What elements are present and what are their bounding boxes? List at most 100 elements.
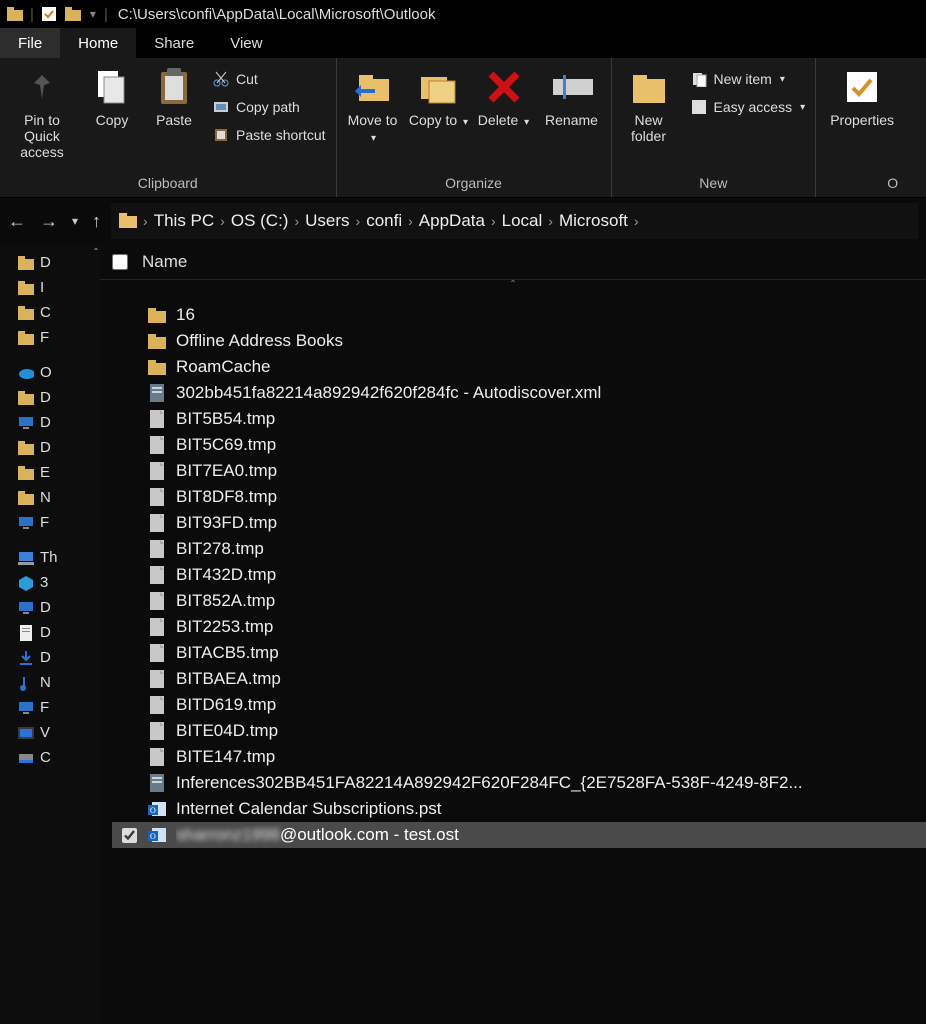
crumb-os-c[interactable]: OS (C:) [231,211,289,231]
file-row[interactable]: BIT432D.tmp [112,562,926,588]
folder-qat-icon[interactable] [64,5,82,23]
crumb-microsoft[interactable]: Microsoft [559,211,628,231]
cube-icon [18,575,34,591]
nav-forward-button[interactable]: → [40,211,58,232]
chevron-right-icon[interactable]: › [220,213,225,229]
file-row[interactable]: BITBAEA.tmp [112,666,926,692]
file-row[interactable]: BIT8DF8.tmp [112,484,926,510]
file-row[interactable]: BIT278.tmp [112,536,926,562]
file-row[interactable]: 16 [112,302,926,328]
tree-item[interactable]: V [0,720,100,745]
paste-button[interactable]: Paste [146,62,202,173]
file-row[interactable]: BIT7EA0.tmp [112,458,926,484]
file-row[interactable]: BIT5C69.tmp [112,432,926,458]
file-name: BITBAEA.tmp [176,669,281,689]
tree-item[interactable]: D [0,620,100,645]
breadcrumb[interactable]: › This PC › OS (C:) › Users › confi › Ap… [111,203,918,239]
chevron-right-icon[interactable]: › [356,213,361,229]
copy-path-button[interactable]: Copy path [208,96,330,118]
tab-file[interactable]: File [0,28,60,58]
file-row[interactable]: BITE147.tmp [112,744,926,770]
tree-item[interactable]: D [0,435,100,460]
file-row[interactable]: BITACB5.tmp [112,640,926,666]
crumb-confi[interactable]: confi [366,211,402,231]
tree-item[interactable]: C [0,300,100,325]
tree-item-label: Th [40,549,58,566]
new-group-label: New [618,173,810,195]
tree-item[interactable]: 3 [0,570,100,595]
chevron-right-icon[interactable]: › [491,213,496,229]
file-row[interactable]: Offline Address Books [112,328,926,354]
folder-icon [148,358,166,376]
file-row-selected[interactable]: Osharronz1998@outlook.com - test.ost [112,822,926,848]
crumb-appdata[interactable]: AppData [419,211,485,231]
properties-qat-icon[interactable] [40,5,58,23]
crumb-users[interactable]: Users [305,211,349,231]
nav-back-button[interactable]: ← [8,211,26,232]
rename-button[interactable]: Rename [539,62,605,173]
delete-button[interactable]: Delete ▾ [475,62,533,173]
copy-button[interactable]: Copy [84,62,140,173]
properties-button[interactable]: Properties [822,62,902,173]
chevron-right-icon[interactable]: › [634,213,639,229]
tree-item[interactable]: F [0,325,100,350]
tab-share[interactable]: Share [136,28,212,58]
tree-item[interactable]: O [0,360,100,385]
tree-item[interactable]: F [0,695,100,720]
pin-to-quick-access-button[interactable]: Pin to Quick access [6,62,78,173]
scroll-up-icon[interactable]: ˆ [94,246,98,260]
tree-item[interactable]: D [0,250,100,275]
file-row[interactable]: BITE04D.tmp [112,718,926,744]
file-row[interactable]: OInternet Calendar Subscriptions.pst [112,796,926,822]
file-row[interactable]: BIT93FD.tmp [112,510,926,536]
tree-item[interactable]: C [0,745,100,770]
column-header-name[interactable]: Name [142,252,187,272]
chevron-right-icon[interactable]: › [294,213,299,229]
tree-item[interactable]: D [0,645,100,670]
new-item-button[interactable]: New item▾ [686,68,810,90]
tab-view[interactable]: View [212,28,280,58]
outlook-icon: O [148,826,166,844]
tab-home[interactable]: Home [60,28,136,58]
new-folder-button[interactable]: New folder [618,62,680,173]
file-row[interactable]: RoamCache [112,354,926,380]
file-row[interactable]: 302bb451fa82214a892942f620f284fc - Autod… [112,380,926,406]
nav-recent-dropdown[interactable]: ▾ [72,214,78,228]
tree-item[interactable]: N [0,670,100,695]
file-checkbox[interactable] [122,828,137,843]
navigation-tree[interactable]: ˆ DICFODDDENFTh3DDDNFVC [0,244,100,1024]
tree-item-label: N [40,674,51,691]
tree-item[interactable]: D [0,595,100,620]
chevron-right-icon[interactable]: › [408,213,413,229]
paste-shortcut-button[interactable]: Paste shortcut [208,124,330,146]
tree-item[interactable]: D [0,410,100,435]
ribbon-group-new: New folder New item▾ Easy access▾ New [612,58,817,197]
tree-item[interactable]: N [0,485,100,510]
monitor-icon [18,600,34,616]
cut-button[interactable]: Cut [208,68,330,90]
qat-dropdown-icon[interactable]: ▾ [90,7,96,21]
file-icon [148,514,166,532]
tree-item[interactable]: F [0,510,100,535]
easy-access-button[interactable]: Easy access▾ [686,96,810,118]
file-row[interactable]: BITD619.tmp [112,692,926,718]
crumb-this-pc[interactable]: This PC [154,211,214,231]
window-title: C:\Users\confi\AppData\Local\Microsoft\O… [118,6,436,23]
paste-shortcut-icon [212,126,230,144]
tree-item[interactable]: E [0,460,100,485]
move-to-button[interactable]: Move to ▾ [343,62,403,173]
select-all-checkbox[interactable] [112,254,128,270]
chevron-right-icon[interactable]: › [143,213,148,229]
tree-item[interactable]: D [0,385,100,410]
copy-to-button[interactable]: Copy to ▾ [409,62,469,173]
tree-item[interactable]: Th [0,545,100,570]
crumb-local[interactable]: Local [502,211,543,231]
file-row[interactable]: Inferences302BB451FA82214A892942F620F284… [112,770,926,796]
pin-label: Pin to Quick access [6,112,78,160]
tree-item[interactable]: I [0,275,100,300]
file-row[interactable]: BIT2253.tmp [112,614,926,640]
file-row[interactable]: BIT5B54.tmp [112,406,926,432]
file-row[interactable]: BIT852A.tmp [112,588,926,614]
nav-up-button[interactable]: ↑ [92,211,101,232]
chevron-right-icon[interactable]: › [548,213,553,229]
